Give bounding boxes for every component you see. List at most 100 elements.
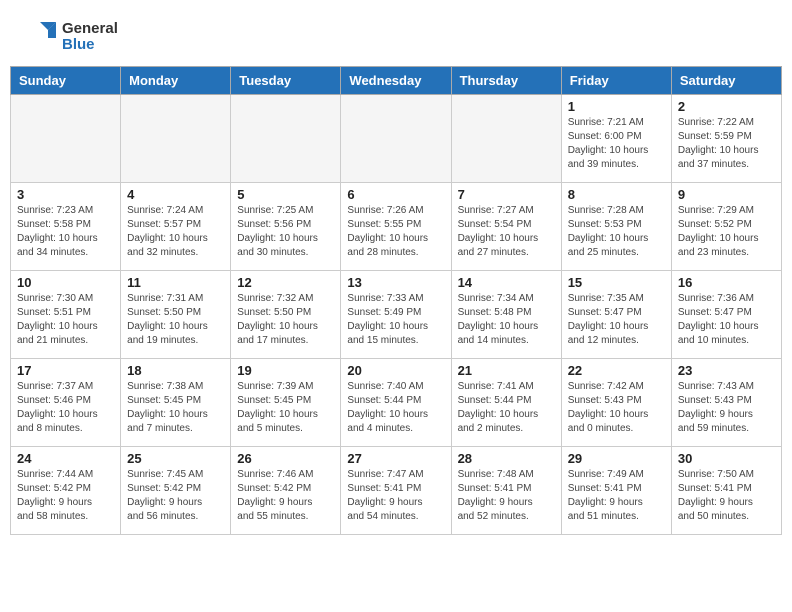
sunset-text: Sunset: 5:42 PM: [17, 482, 114, 496]
table-row: 3Sunrise: 7:23 AMSunset: 5:58 PMDaylight…: [11, 183, 121, 271]
sunrise-text: Sunrise: 7:47 AM: [347, 468, 444, 482]
daylight-hours-text: Daylight: 10 hours: [568, 320, 665, 334]
calendar-week-row: 3Sunrise: 7:23 AMSunset: 5:58 PMDaylight…: [11, 183, 782, 271]
logo-svg-icon: [20, 18, 58, 56]
day-info: Sunrise: 7:44 AMSunset: 5:42 PMDaylight:…: [17, 468, 114, 524]
table-row: 30 Sunrise: 7:50 AMSunset: 5:41 PMDayligh…: [671, 447, 781, 535]
day-info: Sunrise: 7:40 AMSunset: 5:44 PMDaylight:…: [347, 380, 444, 436]
sunset-text: Sunset: 5:41 PM: [568, 482, 665, 496]
daylight-minutes-text: and 30 minutes.: [237, 246, 334, 260]
daylight-minutes-text: and 50 minutes.: [678, 510, 775, 524]
day-info: Sunrise: 7:33 AMSunset: 5:49 PMDaylight:…: [347, 292, 444, 348]
sunset-text: Sunset: 5:59 PM: [678, 130, 775, 144]
daylight-hours-text: Daylight: 10 hours: [568, 144, 665, 158]
daylight-hours-text: Daylight: 10 hours: [17, 408, 114, 422]
daylight-hours-text: Daylight: 10 hours: [458, 408, 555, 422]
sunrise-text: Sunrise: 7:22 AM: [678, 116, 775, 130]
day-info: Sunrise: 7:35 AMSunset: 5:47 PMDaylight:…: [568, 292, 665, 348]
sunset-text: Sunset: 5:52 PM: [678, 218, 775, 232]
day-number: 1: [568, 99, 665, 114]
daylight-minutes-text: and 23 minutes.: [678, 246, 775, 260]
day-info: Sunrise: 7:38 AMSunset: 5:45 PMDaylight:…: [127, 380, 224, 436]
table-row: 10Sunrise: 7:30 AMSunset: 5:51 PMDayligh…: [11, 271, 121, 359]
sunset-text: Sunset: 5:43 PM: [678, 394, 775, 408]
sunrise-text: Sunrise: 7:37 AM: [17, 380, 114, 394]
header-tuesday: Tuesday: [231, 67, 341, 95]
table-row: 8Sunrise: 7:28 AMSunset: 5:53 PMDaylight…: [561, 183, 671, 271]
table-row: 11Sunrise: 7:31 AMSunset: 5:50 PMDayligh…: [121, 271, 231, 359]
sunrise-text: Sunrise: 7:50 AM: [678, 468, 775, 482]
day-number: 4: [127, 187, 224, 202]
sunset-text: Sunset: 5:41 PM: [678, 482, 775, 496]
table-row: 12Sunrise: 7:32 AMSunset: 5:50 PMDayligh…: [231, 271, 341, 359]
table-row: [11, 95, 121, 183]
sunrise-text: Sunrise: 7:43 AM: [678, 380, 775, 394]
sunset-text: Sunset: 5:53 PM: [568, 218, 665, 232]
day-number: 21: [458, 363, 555, 378]
day-info: Sunrise: 7:48 AMSunset: 5:41 PMDaylight:…: [458, 468, 555, 524]
header: GeneralBlue: [0, 0, 792, 66]
day-number: 25: [127, 451, 224, 466]
sunset-text: Sunset: 5:43 PM: [568, 394, 665, 408]
daylight-minutes-text: and 8 minutes.: [17, 422, 114, 436]
day-number: 22: [568, 363, 665, 378]
header-monday: Monday: [121, 67, 231, 95]
table-row: 15Sunrise: 7:35 AMSunset: 5:47 PMDayligh…: [561, 271, 671, 359]
logo-general-text: General: [62, 21, 118, 38]
day-number: 30: [678, 451, 775, 466]
daylight-hours-text: Daylight: 10 hours: [568, 408, 665, 422]
logo-blue-text: Blue: [62, 37, 118, 54]
daylight-hours-text: Daylight: 10 hours: [347, 320, 444, 334]
table-row: 1Sunrise: 7:21 AMSunset: 6:00 PMDaylight…: [561, 95, 671, 183]
daylight-minutes-text: and 21 minutes.: [17, 334, 114, 348]
calendar-wrapper: Sunday Monday Tuesday Wednesday Thursday…: [0, 66, 792, 545]
daylight-minutes-text: and 4 minutes.: [347, 422, 444, 436]
calendar-week-row: 1Sunrise: 7:21 AMSunset: 6:00 PMDaylight…: [11, 95, 782, 183]
header-friday: Friday: [561, 67, 671, 95]
daylight-minutes-text: and 56 minutes.: [127, 510, 224, 524]
table-row: 18Sunrise: 7:38 AMSunset: 5:45 PMDayligh…: [121, 359, 231, 447]
header-sunday: Sunday: [11, 67, 121, 95]
day-info: Sunrise: 7:41 AMSunset: 5:44 PMDaylight:…: [458, 380, 555, 436]
table-row: 26Sunrise: 7:46 AMSunset: 5:42 PMDayligh…: [231, 447, 341, 535]
daylight-hours-text: Daylight: 10 hours: [458, 232, 555, 246]
sunset-text: Sunset: 5:58 PM: [17, 218, 114, 232]
sunset-text: Sunset: 5:47 PM: [568, 306, 665, 320]
daylight-hours-text: Daylight: 9 hours: [568, 496, 665, 510]
day-info: Sunrise: 7:39 AMSunset: 5:45 PMDaylight:…: [237, 380, 334, 436]
sunrise-text: Sunrise: 7:35 AM: [568, 292, 665, 306]
day-info: Sunrise: 7:34 AMSunset: 5:48 PMDaylight:…: [458, 292, 555, 348]
day-info: Sunrise: 7:50 AMSunset: 5:41 PMDaylight:…: [678, 468, 775, 524]
day-number: 12: [237, 275, 334, 290]
day-number: 28: [458, 451, 555, 466]
sunrise-text: Sunrise: 7:30 AM: [17, 292, 114, 306]
sunset-text: Sunset: 5:41 PM: [458, 482, 555, 496]
sunrise-text: Sunrise: 7:32 AM: [237, 292, 334, 306]
table-row: 25Sunrise: 7:45 AMSunset: 5:42 PMDayligh…: [121, 447, 231, 535]
daylight-hours-text: Daylight: 10 hours: [127, 408, 224, 422]
daylight-minutes-text: and 19 minutes.: [127, 334, 224, 348]
sunrise-text: Sunrise: 7:28 AM: [568, 204, 665, 218]
sunset-text: Sunset: 5:57 PM: [127, 218, 224, 232]
day-info: Sunrise: 7:27 AMSunset: 5:54 PMDaylight:…: [458, 204, 555, 260]
daylight-minutes-text: and 59 minutes.: [678, 422, 775, 436]
sunrise-text: Sunrise: 7:26 AM: [347, 204, 444, 218]
sunrise-text: Sunrise: 7:33 AM: [347, 292, 444, 306]
daylight-minutes-text: and 37 minutes.: [678, 158, 775, 172]
daylight-minutes-text: and 12 minutes.: [568, 334, 665, 348]
day-number: 27: [347, 451, 444, 466]
day-number: 6: [347, 187, 444, 202]
table-row: 13Sunrise: 7:33 AMSunset: 5:49 PMDayligh…: [341, 271, 451, 359]
sunrise-text: Sunrise: 7:45 AM: [127, 468, 224, 482]
daylight-minutes-text: and 39 minutes.: [568, 158, 665, 172]
daylight-minutes-text: and 55 minutes.: [237, 510, 334, 524]
day-number: 26: [237, 451, 334, 466]
sunset-text: Sunset: 5:45 PM: [127, 394, 224, 408]
sunset-text: Sunset: 5:48 PM: [458, 306, 555, 320]
daylight-minutes-text: and 10 minutes.: [678, 334, 775, 348]
day-number: 20: [347, 363, 444, 378]
daylight-hours-text: Daylight: 10 hours: [678, 320, 775, 334]
day-info: Sunrise: 7:26 AMSunset: 5:55 PMDaylight:…: [347, 204, 444, 260]
day-info: Sunrise: 7:31 AMSunset: 5:50 PMDaylight:…: [127, 292, 224, 348]
daylight-hours-text: Daylight: 10 hours: [237, 320, 334, 334]
